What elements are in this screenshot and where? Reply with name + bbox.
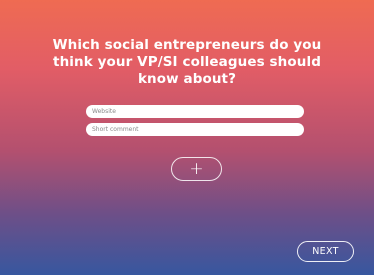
website-input[interactable] (86, 105, 304, 118)
next-button[interactable]: NEXT (297, 241, 354, 262)
short-comment-input[interactable] (86, 123, 304, 136)
add-entry-button[interactable]: + (171, 157, 222, 181)
survey-screen: Which social entrepreneurs do you think … (0, 0, 374, 275)
question-heading: Which social entrepreneurs do you think … (52, 37, 322, 87)
